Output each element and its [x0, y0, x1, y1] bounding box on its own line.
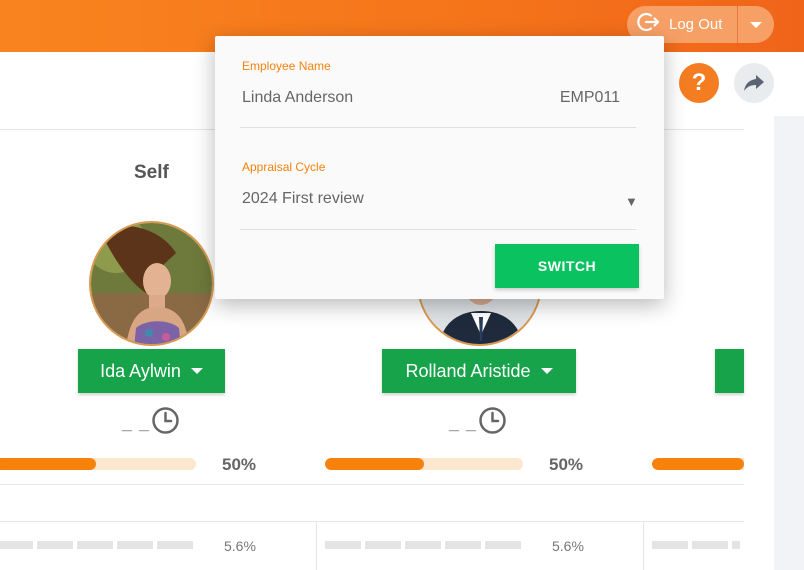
clock-icon: [152, 407, 179, 434]
field-underline: [240, 127, 636, 128]
logout-label: Log Out: [669, 16, 723, 33]
employee-name-label: Employee Name: [242, 59, 331, 73]
progress-fill: [0, 458, 96, 470]
rating-segments: [0, 541, 193, 549]
chevron-down-icon: [540, 368, 553, 374]
divider: [316, 521, 317, 570]
share-icon: [744, 75, 764, 91]
switch-button[interactable]: SWITCH: [495, 244, 639, 288]
employee-selector-button[interactable]: Rolland Aristide: [382, 349, 576, 393]
progress-bar: [0, 458, 196, 470]
share-button[interactable]: [734, 63, 774, 103]
rating-segments: [325, 541, 521, 549]
switch-employee-popup: Employee Name Linda Anderson EMP011 Appr…: [215, 36, 664, 299]
section-title: Self: [134, 162, 169, 183]
employee-name-value[interactable]: Linda Anderson: [242, 89, 353, 107]
chevron-down-icon: [750, 21, 762, 28]
chevron-down-icon: [190, 368, 203, 374]
help-icon: ?: [691, 69, 707, 96]
appraisal-cycle-label: Appraisal Cycle: [242, 160, 326, 174]
employee-selector-button[interactable]: [715, 349, 744, 393]
progress-percent: 50%: [222, 455, 257, 474]
dropdown-arrow-icon[interactable]: ▼: [625, 194, 638, 209]
scrollbar-track[interactable]: [774, 116, 804, 570]
progress-bar: [652, 458, 744, 470]
divider: [643, 521, 644, 570]
employee-selector-button[interactable]: Ida Aylwin: [78, 349, 225, 393]
field-underline: [240, 229, 636, 230]
time-placeholder: _ _: [122, 413, 151, 433]
employee-name: Rolland Aristide: [405, 360, 531, 381]
divider: [0, 521, 744, 522]
divider: [0, 484, 744, 485]
progress-bar: [325, 458, 523, 470]
weight-percent: 5.6%: [552, 538, 584, 554]
appraisal-cycle-select[interactable]: 2024 First review: [242, 190, 364, 208]
clock-icon: [479, 407, 506, 434]
help-button[interactable]: ?: [679, 63, 719, 103]
employee-name: Ida Aylwin: [100, 360, 181, 381]
progress-fill: [652, 458, 744, 470]
avatar: [89, 221, 214, 346]
logout-icon: [637, 11, 661, 38]
rating-segments: [652, 541, 740, 549]
progress-percent: 50%: [549, 455, 584, 474]
time-placeholder: _ _: [449, 413, 478, 433]
employee-code: EMP011: [559, 89, 620, 106]
logout-dropdown-toggle[interactable]: [738, 6, 774, 43]
weight-percent: 5.6%: [224, 538, 256, 554]
progress-fill: [325, 458, 424, 470]
